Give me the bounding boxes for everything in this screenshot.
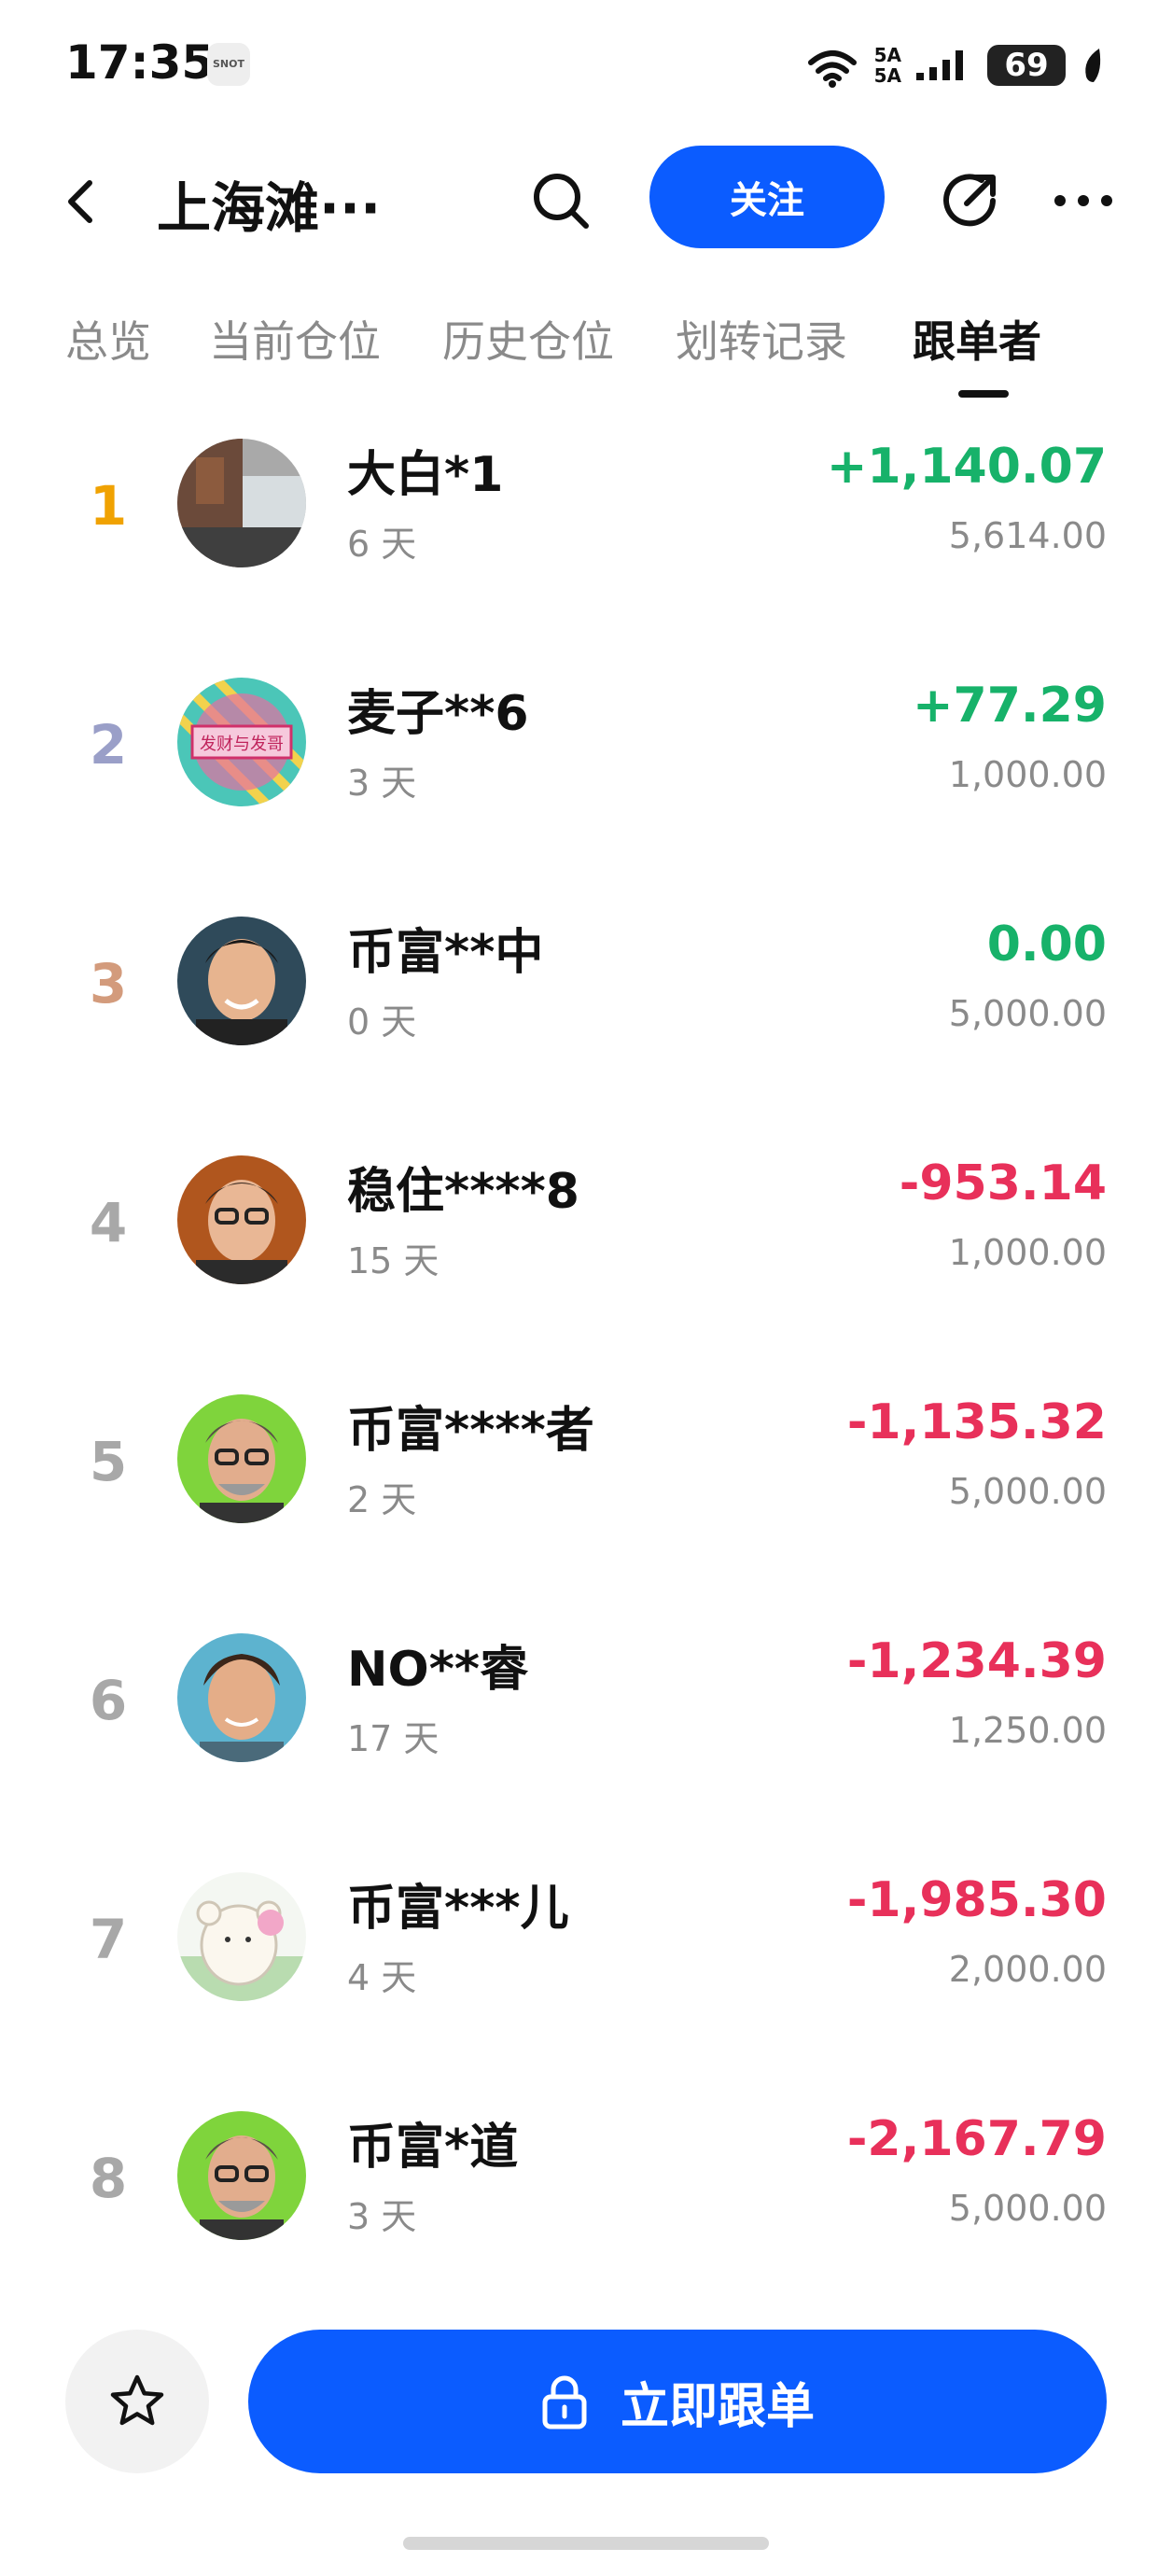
rank-number: 7 (89, 1908, 128, 1971)
follow-button[interactable]: 关注 (649, 146, 885, 248)
follower-pnl: -953.14 (899, 1155, 1107, 1211)
follow-days: 2 天 (347, 1479, 417, 1520)
list-item[interactable]: 8 币富*道 3 天 -2,167.79 5,000.00 (0, 2074, 1172, 2312)
follow-days: 15 天 (347, 1240, 440, 1281)
status-time: 17:35 (65, 35, 215, 90)
follower-name: 币富***儿 (347, 1881, 569, 1937)
copy-trade-button[interactable]: 立即跟单 (248, 2330, 1107, 2473)
avatar (177, 1394, 306, 1523)
follower-name: 麦子**6 (347, 686, 529, 742)
follow-days: 3 天 (347, 763, 417, 804)
tab-current-positions[interactable]: 当前仓位 (209, 308, 381, 370)
network-type: 5A 5A (874, 45, 901, 86)
charging-leaf-icon (1085, 49, 1101, 82)
avatar (177, 439, 306, 567)
page-title: 上海滩··· (157, 176, 382, 240)
status-bar: 17:35 SNOT 5A 5A 69 (0, 0, 1172, 131)
list-item[interactable]: 1 大白*1 6 天 +1,140.07 5,614.00 (0, 401, 1172, 639)
lock-icon (542, 2375, 587, 2429)
avatar (177, 1633, 306, 1762)
follow-days: 3 天 (347, 2196, 417, 2237)
list-item[interactable]: 4 稳住****8 15 天 -953.14 1,000.00 (0, 1118, 1172, 1356)
rank-number: 4 (89, 1191, 128, 1254)
follower-amount: 1,000.00 (948, 754, 1107, 795)
follow-days: 4 天 (347, 1957, 417, 1998)
follower-pnl: -1,234.39 (846, 1633, 1107, 1689)
follower-amount: 1,000.00 (948, 1232, 1107, 1273)
follower-pnl: +77.29 (912, 678, 1107, 734)
avatar (177, 1155, 306, 1284)
list-item[interactable]: 3 币富**中 0 天 0.00 5,000.00 (0, 879, 1172, 1117)
follower-pnl: -2,167.79 (846, 2111, 1107, 2167)
follow-days: 6 天 (347, 524, 417, 565)
rank-number: 5 (89, 1430, 128, 1493)
follower-name: 大白*1 (347, 447, 504, 503)
signal-bars-icon (916, 50, 963, 80)
home-indicator[interactable] (403, 2537, 769, 2550)
wifi-icon (807, 50, 857, 88)
header-bar: 上海滩··· 关注 (0, 131, 1172, 271)
list-item[interactable]: 2 发财与发哥 麦子**6 3 天 +77.29 1,000.00 (0, 640, 1172, 878)
follower-pnl: -1,985.30 (846, 1872, 1107, 1928)
tab-history-positions[interactable]: 历史仓位 (442, 308, 614, 370)
star-icon (110, 2374, 164, 2426)
more-icon[interactable] (1051, 177, 1116, 224)
follower-pnl: +1,140.07 (826, 439, 1107, 495)
rank-number: 3 (89, 952, 128, 1015)
avatar-text: 发财与发哥 (200, 735, 284, 754)
back-arrow-icon[interactable] (56, 175, 108, 228)
follower-name: 币富*道 (347, 2120, 519, 2176)
battery-level: 69 (987, 45, 1066, 86)
avatar: 发财与发哥 (177, 678, 306, 806)
copy-trade-label: 立即跟单 (620, 2378, 815, 2435)
follower-name: 币富**中 (347, 925, 544, 981)
share-icon[interactable] (937, 168, 1002, 233)
follower-amount: 5,000.00 (948, 993, 1107, 1034)
network-top: 5A (873, 44, 901, 66)
status-indicators: 5A 5A 69 (803, 39, 1107, 91)
rank-number: 6 (89, 1669, 128, 1732)
follower-amount: 2,000.00 (948, 1949, 1107, 1990)
follower-amount: 5,000.00 (948, 2188, 1107, 2229)
status-app-badge: SNOT (207, 43, 250, 86)
follower-name: 稳住****8 (347, 1164, 579, 1220)
follower-amount: 1,250.00 (948, 1710, 1107, 1751)
tab-followers[interactable]: 跟单者 (913, 308, 1041, 370)
avatar (177, 2111, 306, 2240)
rank-number: 8 (89, 2147, 128, 2210)
follower-amount: 5,614.00 (948, 515, 1107, 556)
tab-transfer-records[interactable]: 划转记录 (676, 308, 847, 370)
follow-days: 17 天 (347, 1718, 440, 1759)
bottom-action-bar: 立即跟单 (0, 2315, 1172, 2501)
follower-pnl: 0.00 (986, 917, 1107, 973)
list-item[interactable]: 5 币富****者 2 天 -1,135.32 5,000.00 (0, 1357, 1172, 1595)
favorite-button[interactable] (65, 2330, 209, 2473)
follower-name: NO**睿 (347, 1642, 529, 1698)
search-icon[interactable] (528, 168, 593, 233)
follower-pnl: -1,135.32 (846, 1394, 1107, 1450)
rank-number: 1 (89, 474, 128, 538)
follow-days: 0 天 (347, 1001, 417, 1043)
tab-bar: 总览 当前仓位 历史仓位 划转记录 跟单者 (0, 280, 1172, 401)
rank-number: 2 (89, 713, 128, 777)
follower-name: 币富****者 (347, 1403, 594, 1459)
list-item[interactable]: 6 NO**睿 17 天 -1,234.39 1,250.00 (0, 1596, 1172, 1834)
tab-overview[interactable]: 总览 (65, 308, 151, 370)
network-bottom: 5A (873, 64, 901, 87)
avatar (177, 1872, 306, 2001)
tab-active-indicator (958, 390, 1009, 398)
follower-amount: 5,000.00 (948, 1471, 1107, 1512)
avatar (177, 917, 306, 1045)
list-item[interactable]: 7 币富***儿 4 天 -1,985.30 2,000.00 (0, 1835, 1172, 2073)
